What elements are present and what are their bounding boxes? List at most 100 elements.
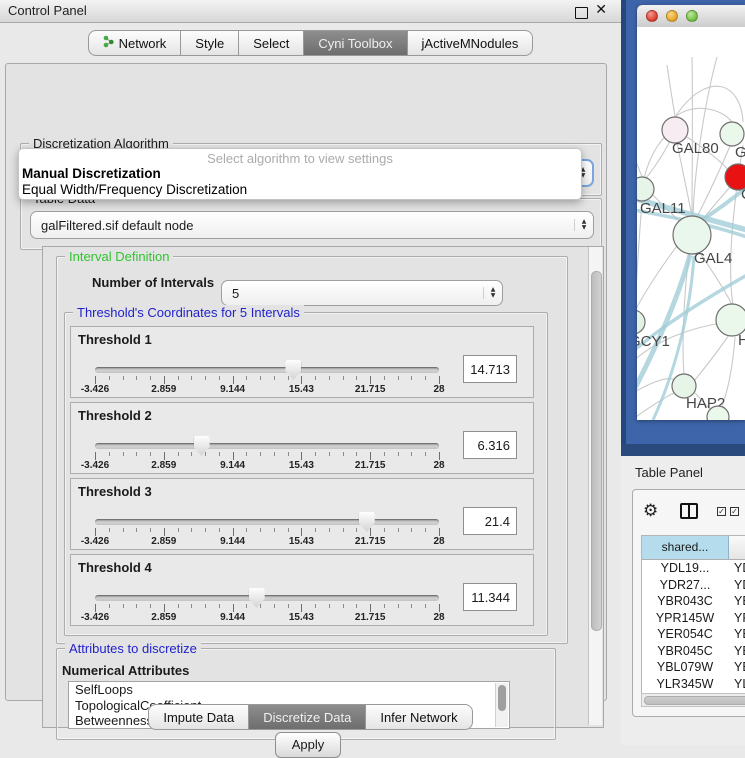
- table-data-combobox[interactable]: galFiltered.sif default node ▲▼: [30, 211, 594, 239]
- table-panel-toolbar: ⚙ ✓ ✓: [633, 490, 745, 535]
- close-icon[interactable]: ✕: [595, 2, 607, 18]
- cell-name[interactable]: YBR0: [728, 593, 745, 610]
- slider-tick-labels: -3.4262.8599.14415.4321.71528: [95, 384, 439, 395]
- float-window-icon[interactable]: [575, 7, 588, 19]
- slider-track[interactable]: [95, 595, 439, 601]
- cell-shared-name[interactable]: YPR145W: [642, 610, 728, 627]
- column-header-name[interactable]: na: [729, 536, 745, 559]
- cyni-toolbox-pane: Discretization Algorithm ▲▼ Select algor…: [5, 63, 607, 701]
- table-row[interactable]: YDL19...YDL1: [642, 560, 745, 577]
- table-row[interactable]: YBR045CYBR0: [642, 643, 745, 660]
- checkbox-icon[interactable]: ✓: [730, 507, 739, 516]
- network-view-frame: GAL80GACGAL11GAL4GCY1HHAP2: [621, 0, 745, 456]
- tab-impute-data[interactable]: Impute Data: [148, 704, 249, 730]
- group-title: Threshold's Coordinates for 5 Intervals: [73, 305, 304, 320]
- table-row[interactable]: YDR27...YDR2: [642, 577, 745, 594]
- dropdown-option[interactable]: Equal Width/Frequency Discretization: [19, 182, 581, 198]
- control-panel-titlebar: Control Panel ✕: [0, 0, 621, 23]
- tab-style[interactable]: Style: [181, 30, 239, 56]
- vertical-scrollbar-thumb[interactable]: [591, 271, 602, 631]
- vertical-scrollbar[interactable]: [588, 247, 602, 725]
- cell-name[interactable]: YDL1: [728, 560, 745, 577]
- network-edge[interactable]: [646, 141, 670, 178]
- checkbox-icon[interactable]: ✓: [717, 507, 726, 516]
- cell-shared-name[interactable]: YLR345W: [642, 676, 728, 693]
- tab-cyni-toolbox[interactable]: Cyni Toolbox: [304, 30, 407, 56]
- dropdown-option[interactable]: Manual Discretization: [19, 166, 581, 182]
- network-canvas[interactable]: GAL80GACGAL11GAL4GCY1HHAP2: [637, 27, 745, 420]
- network-edge[interactable]: [693, 57, 717, 217]
- tab-select[interactable]: Select: [239, 30, 304, 56]
- table-row[interactable]: YLR345WYLR3: [642, 676, 745, 693]
- table-panel-title: Table Panel: [635, 465, 703, 480]
- network-node-label: GAL80: [672, 140, 719, 157]
- network-node-label: H: [738, 332, 745, 349]
- network-node-label: GCY1: [637, 333, 670, 350]
- tab-infer-network[interactable]: Infer Network: [366, 704, 472, 730]
- slider-track[interactable]: [95, 443, 439, 449]
- zoom-traffic-light-icon[interactable]: [686, 10, 698, 22]
- network-edge-highlighted[interactable]: [699, 187, 745, 222]
- node-attribute-table: shared... na YDL19...YDL1YDR27...YDR2YBR…: [641, 535, 745, 700]
- network-node-label: GA: [735, 144, 745, 161]
- cell-shared-name[interactable]: YBR045C: [642, 643, 728, 660]
- cell-name[interactable]: YDR2: [728, 577, 745, 594]
- close-traffic-light-icon[interactable]: [646, 10, 658, 22]
- network-edge[interactable]: [667, 65, 675, 117]
- network-node-label: GAL4: [694, 250, 732, 267]
- tab-jactivemnodules[interactable]: jActiveMNodules: [408, 30, 534, 56]
- cell-shared-name[interactable]: YDR27...: [642, 577, 728, 594]
- cell-shared-name[interactable]: YBR043C: [642, 593, 728, 610]
- slider-track[interactable]: [95, 367, 439, 373]
- network-node[interactable]: [673, 216, 711, 254]
- horizontal-scrollbar[interactable]: [641, 693, 745, 707]
- column-header-shared-name[interactable]: shared...: [642, 536, 729, 559]
- threshold-label: Threshold 3: [78, 484, 152, 499]
- minimize-traffic-light-icon[interactable]: [666, 10, 678, 22]
- cell-name[interactable]: YLR3: [728, 676, 745, 693]
- combo-stepper-icon[interactable]: ▲▼: [574, 219, 593, 231]
- network-window-titlebar[interactable]: [637, 5, 745, 28]
- cell-name[interactable]: YBR0: [728, 643, 745, 660]
- threshold-panel: Threshold 2-3.4262.8599.14415.4321.71528…: [70, 402, 534, 474]
- tab-network[interactable]: Network: [88, 30, 182, 56]
- table-panel: ⚙ ✓ ✓ shared... na YDL19...YDL1YDR27...Y…: [632, 489, 745, 717]
- apply-button[interactable]: Apply: [275, 732, 341, 758]
- network-node[interactable]: [637, 177, 654, 201]
- gear-icon[interactable]: ⚙: [643, 501, 658, 521]
- threshold-value-field[interactable]: 14.713: [463, 355, 517, 383]
- network-node[interactable]: [637, 310, 645, 334]
- threshold-value-field[interactable]: 21.4: [463, 507, 517, 535]
- cell-shared-name[interactable]: YBL079W: [642, 659, 728, 676]
- cell-shared-name[interactable]: YDL19...: [642, 560, 728, 577]
- network-edge[interactable]: [637, 246, 677, 311]
- network-edge[interactable]: [637, 147, 643, 179]
- dropdown-placeholder-item[interactable]: Select algorithm to view settings: [19, 151, 581, 166]
- table-row[interactable]: YBL079WYBL0: [642, 659, 745, 676]
- threshold-value-field[interactable]: 11.344: [463, 583, 517, 611]
- tab-discretize-data[interactable]: Discretize Data: [249, 704, 366, 730]
- slider-tick-labels: -3.4262.8599.14415.4321.71528: [95, 536, 439, 547]
- bottom-tab-bar: Impute DataDiscretize DataInfer Network: [0, 704, 621, 730]
- group-title: Attributes to discretize: [65, 641, 201, 656]
- combo-stepper-icon[interactable]: ▲▼: [483, 287, 502, 299]
- split-columns-icon[interactable]: [680, 503, 698, 519]
- network-node[interactable]: [720, 122, 744, 146]
- table-row[interactable]: YER054CYER0: [642, 626, 745, 643]
- cell-name[interactable]: YPR1: [728, 610, 745, 627]
- num-intervals-label: Number of Intervals: [92, 275, 214, 290]
- slider-track[interactable]: [95, 519, 439, 525]
- attribute-list-item[interactable]: SelfLoops: [69, 682, 509, 698]
- threshold-label: Threshold 4: [78, 560, 152, 575]
- table-row[interactable]: YPR145WYPR1: [642, 610, 745, 627]
- cell-name[interactable]: YER0: [728, 626, 745, 643]
- cell-name[interactable]: YBL0: [728, 659, 745, 676]
- cell-shared-name[interactable]: YER054C: [642, 626, 728, 643]
- network-edge[interactable]: [694, 335, 729, 381]
- table-row[interactable]: YBR043CYBR0: [642, 593, 745, 610]
- table-header-row: shared... na: [642, 536, 745, 560]
- threshold-value-field[interactable]: 6.316: [463, 431, 517, 459]
- network-edge[interactable]: [637, 202, 642, 311]
- num-intervals-combobox[interactable]: 5 ▲▼: [221, 280, 503, 306]
- horizontal-scrollbar-thumb[interactable]: [644, 696, 745, 705]
